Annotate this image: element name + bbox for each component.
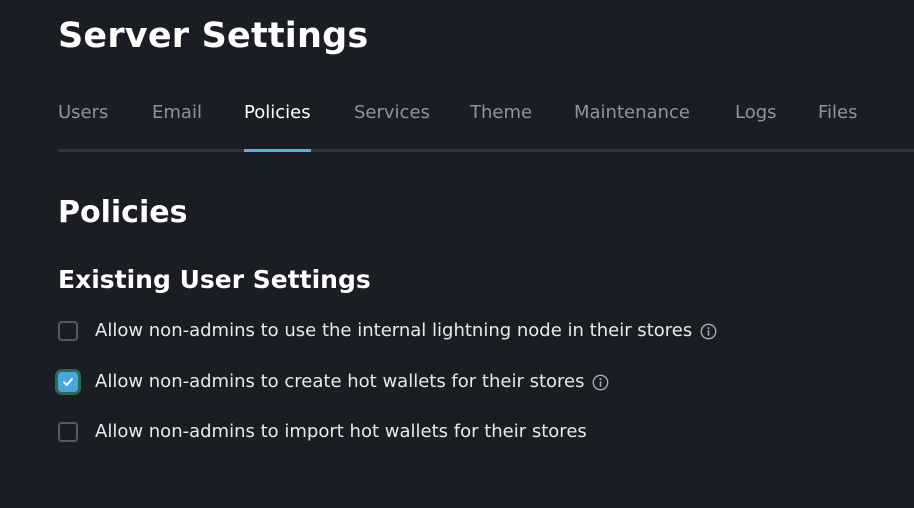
subsection-title: Existing User Settings [58,265,371,294]
option-import-hot-wallets: Allow non-admins to import hot wallets f… [58,419,587,445]
tab-files[interactable]: Files [818,96,858,149]
create-hot-wallets-label[interactable]: Allow non-admins to create hot wallets f… [95,369,584,395]
lightning-node-checkbox[interactable] [58,321,78,341]
info-icon[interactable] [700,323,717,340]
tab-users[interactable]: Users [58,96,108,149]
tab-theme[interactable]: Theme [470,96,532,149]
tab-logs[interactable]: Logs [735,96,777,149]
lightning-node-label[interactable]: Allow non-admins to use the internal lig… [95,318,692,344]
section-title: Policies [58,195,188,230]
import-hot-wallets-checkbox[interactable] [58,422,78,442]
tab-maintenance[interactable]: Maintenance [574,96,690,149]
create-hot-wallets-checkbox[interactable] [58,372,78,392]
server-settings-page: Server Settings Users Email Policies Ser… [0,0,914,508]
info-icon[interactable] [592,374,609,391]
import-hot-wallets-label[interactable]: Allow non-admins to import hot wallets f… [95,419,587,445]
checkmark-icon [63,378,73,386]
tab-email[interactable]: Email [152,96,202,149]
option-lightning-node: Allow non-admins to use the internal lig… [58,318,717,344]
tab-services[interactable]: Services [354,96,430,149]
option-create-hot-wallets: Allow non-admins to create hot wallets f… [58,369,609,395]
page-title: Server Settings [58,16,369,56]
tab-policies[interactable]: Policies [244,96,311,152]
settings-tabs: Users Email Policies Services Theme Main… [58,96,914,152]
